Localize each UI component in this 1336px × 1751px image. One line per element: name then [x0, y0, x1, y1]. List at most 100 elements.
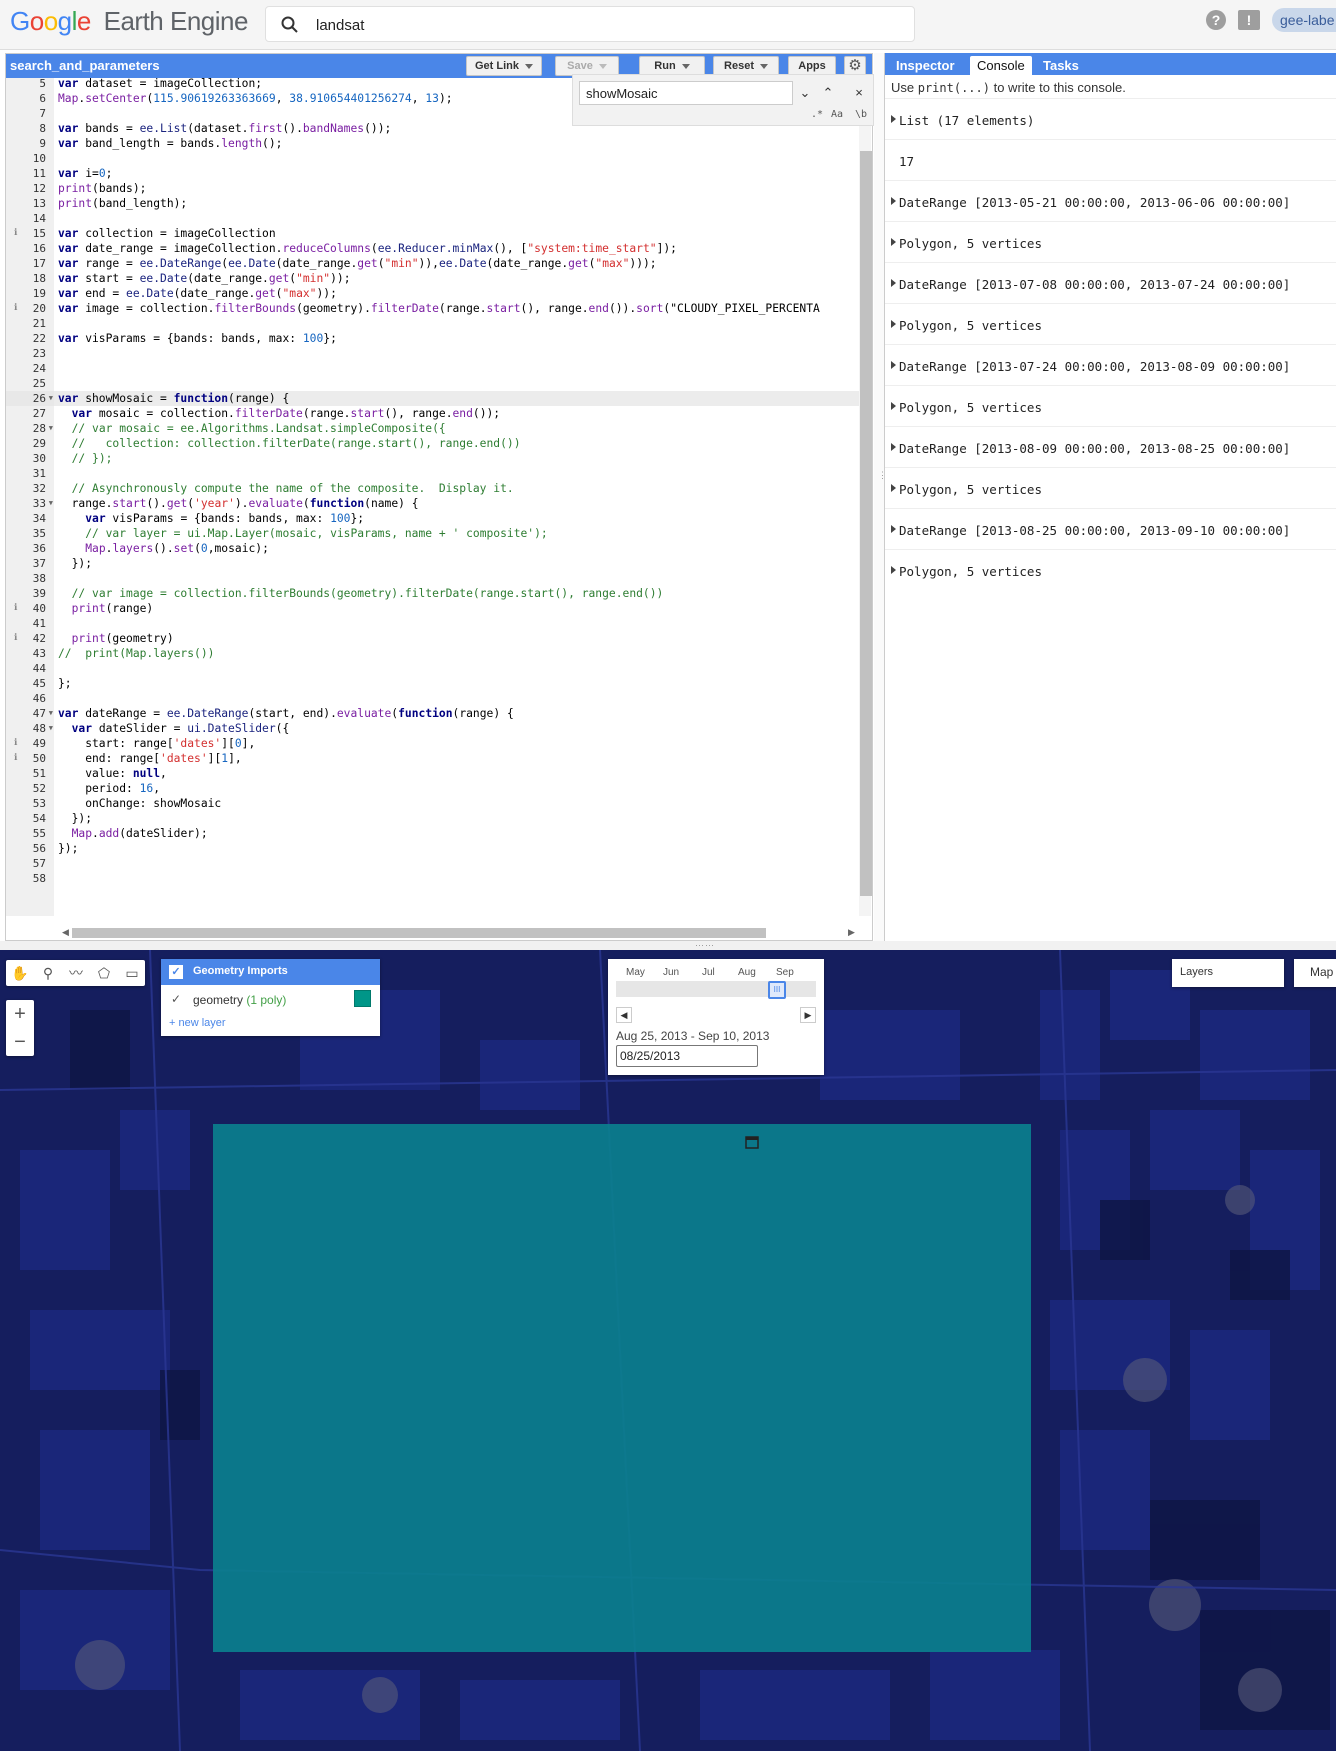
- slider-track[interactable]: [616, 981, 816, 997]
- search-input[interactable]: landsat: [316, 17, 364, 34]
- scroll-right-icon[interactable]: ▶: [848, 927, 855, 938]
- console-entry[interactable]: Polygon, 5 vertices: [885, 467, 1336, 513]
- console-entry[interactable]: DateRange [2013-07-08 00:00:00, 2013-07-…: [885, 262, 1336, 308]
- expand-icon[interactable]: [891, 197, 896, 205]
- find-input[interactable]: showMosaic: [579, 81, 793, 105]
- run-button[interactable]: Run: [639, 56, 705, 76]
- expand-icon[interactable]: [891, 566, 896, 574]
- info-icon[interactable]: ℹ: [14, 631, 17, 646]
- code-line[interactable]: // Asynchronously compute the name of th…: [58, 481, 514, 496]
- get-link-button[interactable]: Get Link: [466, 56, 542, 76]
- code-line[interactable]: value: null,: [58, 766, 167, 781]
- code-line[interactable]: // var mosaic = ee.Algorithms.Landsat.si…: [58, 421, 446, 436]
- code-line[interactable]: });: [58, 841, 78, 856]
- new-layer-link[interactable]: + new layer: [169, 1017, 226, 1029]
- code-line[interactable]: print(range): [58, 601, 154, 616]
- vertical-scrollbar[interactable]: [860, 151, 872, 896]
- hand-icon[interactable]: ✋: [9, 963, 31, 983]
- console-entry[interactable]: List (17 elements): [885, 98, 1336, 144]
- polygon-icon[interactable]: ⬠: [93, 963, 115, 983]
- gear-icon[interactable]: ⚙: [844, 56, 866, 76]
- code-line[interactable]: print(band_length);: [58, 196, 187, 211]
- checkbox-icon[interactable]: ✓: [169, 992, 183, 1006]
- chevron-down-icon[interactable]: ⌄: [795, 83, 815, 103]
- code-line[interactable]: var dateRange = ee.DateRange(start, end)…: [58, 706, 514, 721]
- chevron-up-icon[interactable]: ⌃: [818, 83, 838, 103]
- earth-engine-logo[interactable]: Google Earth Engine: [10, 6, 248, 37]
- code-line[interactable]: onChange: showMosaic: [58, 796, 221, 811]
- code-line[interactable]: var image = collection.filterBounds(geom…: [58, 301, 820, 316]
- help-icon[interactable]: ?: [1206, 10, 1226, 30]
- code-line[interactable]: // });: [58, 451, 113, 466]
- info-icon[interactable]: ℹ: [14, 736, 17, 751]
- code-line[interactable]: range.start().get('year').evaluate(funct…: [58, 496, 419, 511]
- code-line[interactable]: var visParams = {bands: bands, max: 100}…: [58, 331, 337, 346]
- code-line[interactable]: var dateSlider = ui.DateSlider({: [58, 721, 290, 736]
- expand-icon[interactable]: [891, 484, 896, 492]
- save-button[interactable]: Save: [555, 56, 619, 76]
- chevron-down-icon[interactable]: [681, 63, 690, 69]
- slider-thumb[interactable]: III: [768, 981, 786, 999]
- info-icon[interactable]: ℹ: [14, 601, 17, 616]
- fold-icon[interactable]: ▼: [49, 706, 53, 721]
- vertical-splitter[interactable]: [874, 53, 884, 941]
- code-line[interactable]: Map.add(dateSlider);: [58, 826, 208, 841]
- horizontal-scrollbar[interactable]: [72, 928, 766, 938]
- code-line[interactable]: // print(Map.layers()): [58, 646, 214, 661]
- code-line[interactable]: Map.layers().set(0,mosaic);: [58, 541, 269, 556]
- code-line[interactable]: print(bands);: [58, 181, 146, 196]
- code-line[interactable]: var mosaic = collection.filterDate(range…: [58, 406, 501, 421]
- calendar-icon[interactable]: [745, 1135, 759, 1149]
- apps-button[interactable]: Apps: [788, 56, 836, 76]
- code-line[interactable]: // collection: collection.filterDate(ran…: [58, 436, 521, 451]
- reset-button[interactable]: Reset: [713, 56, 779, 76]
- console-entry[interactable]: Polygon, 5 vertices: [885, 221, 1336, 267]
- code-line[interactable]: var bands = ee.List(dataset.first().band…: [58, 121, 391, 136]
- info-icon[interactable]: ℹ: [14, 226, 17, 241]
- fold-icon[interactable]: ▼: [49, 721, 53, 736]
- console-entry[interactable]: DateRange [2013-08-09 00:00:00, 2013-08-…: [885, 426, 1336, 472]
- expand-icon[interactable]: [891, 320, 896, 328]
- scroll-left-icon[interactable]: ◀: [62, 927, 69, 938]
- code-line[interactable]: var visParams = {bands: bands, max: 100}…: [58, 511, 364, 526]
- code-line[interactable]: // var image = collection.filterBounds(g…: [58, 586, 664, 601]
- next-period-button[interactable]: ▶: [800, 1007, 816, 1023]
- date-input[interactable]: 08/25/2013: [616, 1045, 759, 1149]
- console-entry[interactable]: Polygon, 5 vertices: [885, 303, 1336, 349]
- user-account-button[interactable]: gee-labe: [1272, 8, 1336, 32]
- zoom-out-button[interactable]: −: [6, 1028, 34, 1056]
- code-line[interactable]: var collection = imageCollection: [58, 226, 276, 241]
- code-line[interactable]: // var layer = ui.Map.Layer(mosaic, visP…: [58, 526, 548, 541]
- close-icon[interactable]: ×: [849, 83, 869, 103]
- expand-icon[interactable]: [891, 525, 896, 533]
- previous-period-button[interactable]: ◀: [616, 1007, 632, 1023]
- console-entry[interactable]: DateRange [2013-05-21 00:00:00, 2013-06-…: [885, 180, 1336, 226]
- zoom-in-button[interactable]: +: [6, 1000, 34, 1028]
- code-line[interactable]: var date_range = imageCollection.reduceC…: [58, 241, 677, 256]
- console-entry[interactable]: Polygon, 5 vertices: [885, 385, 1336, 431]
- geometry-layer-row[interactable]: geometry (1 poly): [193, 993, 286, 1007]
- expand-icon[interactable]: [891, 443, 896, 451]
- code-area[interactable]: var dataset = imageCollection; Map.setCen…: [54, 78, 868, 916]
- rectangle-icon[interactable]: ▭: [121, 963, 143, 983]
- chevron-down-icon[interactable]: [525, 63, 533, 69]
- console-entry[interactable]: Polygon, 5 vertices: [885, 549, 1336, 595]
- case-sensitive-toggle[interactable]: Aa: [831, 109, 843, 120]
- expand-icon[interactable]: [891, 279, 896, 287]
- info-icon[interactable]: ℹ: [14, 301, 17, 316]
- chevron-down-icon[interactable]: [759, 63, 768, 69]
- code-line[interactable]: var band_length = bands.length();: [58, 136, 282, 151]
- map-view[interactable]: ✋ ⚲ 〰 ⬠ ▭ + − ✓ Geometry Imports ✓ geome…: [0, 950, 1336, 1751]
- checkbox-icon[interactable]: ✓: [169, 965, 183, 979]
- code-line[interactable]: var range = ee.DateRange(ee.Date(date_ra…: [58, 256, 657, 271]
- tab-console[interactable]: Console: [970, 56, 1032, 75]
- code-line[interactable]: var showMosaic = function(range) {: [54, 391, 868, 406]
- code-line[interactable]: start: range['dates'][0],: [58, 736, 255, 751]
- whole-word-toggle[interactable]: \b: [855, 109, 867, 120]
- marker-icon[interactable]: ⚲: [37, 963, 59, 983]
- code-line[interactable]: period: 16,: [58, 781, 160, 796]
- code-line[interactable]: var start = ee.Date(date_range.get("min"…: [58, 271, 351, 286]
- expand-icon[interactable]: [891, 361, 896, 369]
- horizontal-splitter[interactable]: [0, 941, 1336, 950]
- tab-tasks[interactable]: Tasks: [1036, 56, 1086, 75]
